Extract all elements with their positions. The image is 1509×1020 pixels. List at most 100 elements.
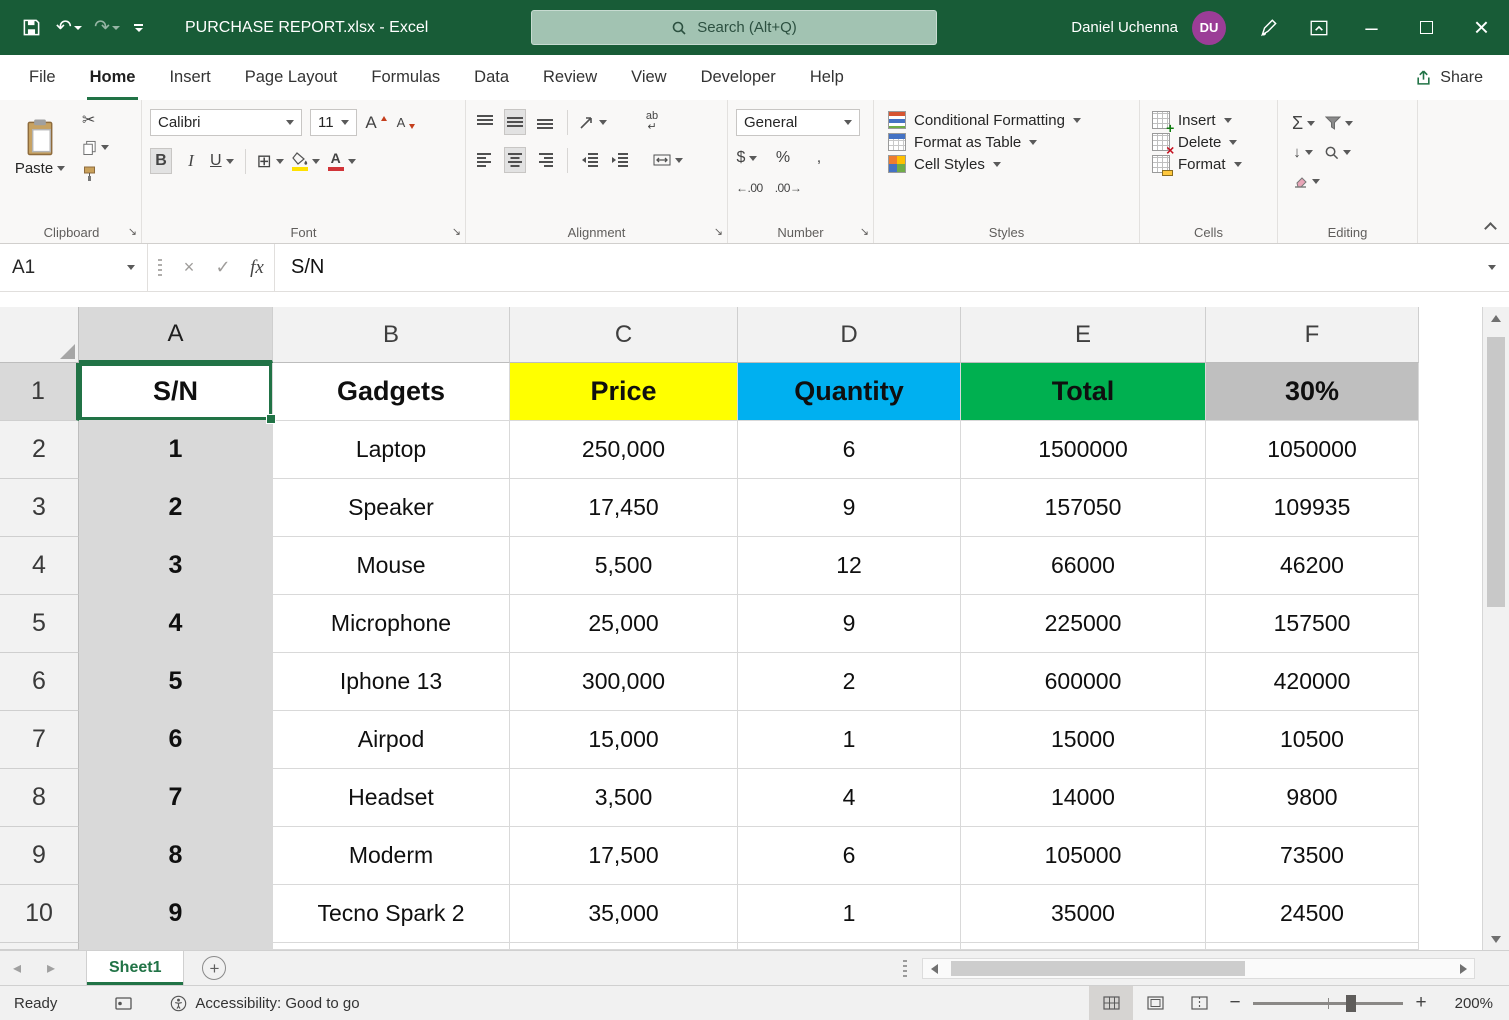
copy-button[interactable] — [82, 136, 109, 158]
tab-view[interactable]: View — [614, 55, 683, 100]
sheet-nav-left-button[interactable]: ◂ — [0, 958, 34, 978]
cell-B6[interactable]: Iphone 13 — [273, 653, 510, 711]
conditional-formatting-button[interactable]: Conditional Formatting — [888, 111, 1131, 129]
tab-insert[interactable]: Insert — [152, 55, 227, 100]
cell-partial[interactable] — [738, 943, 961, 950]
cell-E2[interactable]: 1500000 — [961, 421, 1206, 479]
font-dialog-launcher[interactable]: ↘ — [452, 227, 461, 238]
insert-function-button[interactable]: fx — [240, 244, 274, 291]
cell-C4[interactable]: 5,500 — [510, 537, 738, 595]
row-header-7[interactable]: 7 — [0, 711, 79, 769]
cell-D1[interactable]: Quantity — [738, 363, 961, 421]
tab-review[interactable]: Review — [526, 55, 614, 100]
user-name[interactable]: Daniel Uchenna — [1071, 19, 1178, 36]
cell-E7[interactable]: 15000 — [961, 711, 1206, 769]
tab-formulas[interactable]: Formulas — [354, 55, 457, 100]
maximize-button[interactable] — [1399, 0, 1454, 55]
align-right-button[interactable] — [534, 147, 556, 173]
formula-bar-splitter[interactable] — [158, 259, 162, 277]
cell-F8[interactable]: 9800 — [1206, 769, 1419, 827]
comma-style-button[interactable]: , — [808, 145, 830, 171]
horizontal-scrollbar[interactable] — [922, 958, 1475, 979]
sheet-nav-right-button[interactable]: ▸ — [34, 958, 68, 978]
cell-C10[interactable]: 35,000 — [510, 885, 738, 943]
font-name-combo[interactable]: Calibri — [150, 109, 302, 136]
cell-A8[interactable]: 7 — [79, 769, 273, 827]
close-button[interactable]: × — [1454, 0, 1509, 55]
cell-E8[interactable]: 14000 — [961, 769, 1206, 827]
font-size-combo[interactable]: 11 — [310, 109, 357, 136]
cell-F9[interactable]: 73500 — [1206, 827, 1419, 885]
cell-A4[interactable]: 3 — [79, 537, 273, 595]
autosum-button[interactable]: Σ — [1292, 110, 1315, 136]
cell-A1[interactable]: S/N — [79, 363, 273, 421]
zoom-slider[interactable] — [1253, 1002, 1403, 1005]
scroll-up-button[interactable] — [1483, 307, 1509, 329]
cell-B5[interactable]: Microphone — [273, 595, 510, 653]
undo-button[interactable]: ↶ — [52, 11, 86, 45]
cell-B8[interactable]: Headset — [273, 769, 510, 827]
cell-B2[interactable]: Laptop — [273, 421, 510, 479]
cell-F6[interactable]: 420000 — [1206, 653, 1419, 711]
cell-F5[interactable]: 157500 — [1206, 595, 1419, 653]
wrap-text-button[interactable]: ab↵ — [641, 109, 663, 135]
cell-B3[interactable]: Speaker — [273, 479, 510, 537]
page-break-preview-button[interactable] — [1177, 986, 1221, 1020]
delete-cells-button[interactable]: Delete — [1152, 133, 1269, 151]
cell-C2[interactable]: 250,000 — [510, 421, 738, 479]
redo-dropdown-icon[interactable] — [112, 26, 120, 30]
redo-button[interactable]: ↷ — [90, 11, 124, 45]
macro-record-button[interactable] — [115, 997, 132, 1010]
tab-page-layout[interactable]: Page Layout — [228, 55, 355, 100]
vertical-scrollbar-thumb[interactable] — [1487, 337, 1505, 607]
share-button[interactable]: Share — [1415, 69, 1483, 87]
increase-indent-button[interactable] — [609, 147, 631, 173]
row-header-6[interactable]: 6 — [0, 653, 79, 711]
align-bottom-button[interactable] — [534, 109, 556, 135]
tab-home[interactable]: Home — [73, 55, 153, 100]
row-header-10[interactable]: 10 — [0, 885, 79, 943]
row-header-5[interactable]: 5 — [0, 595, 79, 653]
column-header-C[interactable]: C — [510, 307, 738, 363]
format-cells-button[interactable]: Format — [1152, 155, 1269, 173]
cell-B9[interactable]: Moderm — [273, 827, 510, 885]
cell-C1[interactable]: Price — [510, 363, 738, 421]
cell-A11-partial[interactable] — [79, 943, 273, 950]
percent-style-button[interactable]: % — [772, 145, 794, 171]
undo-dropdown-icon[interactable] — [74, 26, 82, 30]
align-top-button[interactable] — [474, 109, 496, 135]
tab-data[interactable]: Data — [457, 55, 526, 100]
avatar[interactable]: DU — [1192, 11, 1226, 45]
cell-A7[interactable]: 6 — [79, 711, 273, 769]
zoom-slider-thumb[interactable] — [1346, 995, 1356, 1012]
row-header-11-partial[interactable] — [0, 943, 79, 950]
cell-C7[interactable]: 15,000 — [510, 711, 738, 769]
cell-D9[interactable]: 6 — [738, 827, 961, 885]
clipboard-dialog-launcher[interactable]: ↘ — [128, 227, 137, 238]
search-box[interactable]: Search (Alt+Q) — [531, 10, 937, 45]
zoom-in-button[interactable]: + — [1407, 992, 1435, 1014]
cell-C6[interactable]: 300,000 — [510, 653, 738, 711]
zoom-level[interactable]: 200% — [1441, 995, 1493, 1012]
find-select-button[interactable] — [1324, 139, 1351, 165]
cell-D8[interactable]: 4 — [738, 769, 961, 827]
tab-splitter-handle[interactable] — [903, 960, 907, 977]
column-header-A[interactable]: A — [79, 307, 273, 363]
number-dialog-launcher[interactable]: ↘ — [860, 227, 869, 238]
align-left-button[interactable] — [474, 147, 496, 173]
sheet-tab-sheet1[interactable]: Sheet1 — [86, 951, 184, 985]
cell-E1[interactable]: Total — [961, 363, 1206, 421]
alignment-dialog-launcher[interactable]: ↘ — [714, 227, 723, 238]
number-format-combo[interactable]: General — [736, 109, 860, 136]
row-header-1[interactable]: 1 — [0, 363, 79, 421]
decrease-decimal-button[interactable]: .00→ — [775, 175, 802, 201]
horizontal-scrollbar-thumb[interactable] — [951, 961, 1245, 976]
expand-formula-bar-button[interactable] — [1475, 265, 1509, 270]
cell-F3[interactable]: 109935 — [1206, 479, 1419, 537]
sort-filter-button[interactable] — [1325, 110, 1353, 136]
cell-C8[interactable]: 3,500 — [510, 769, 738, 827]
row-header-4[interactable]: 4 — [0, 537, 79, 595]
cell-partial[interactable] — [273, 943, 510, 950]
new-sheet-button[interactable]: + — [202, 956, 226, 980]
cell-E4[interactable]: 66000 — [961, 537, 1206, 595]
